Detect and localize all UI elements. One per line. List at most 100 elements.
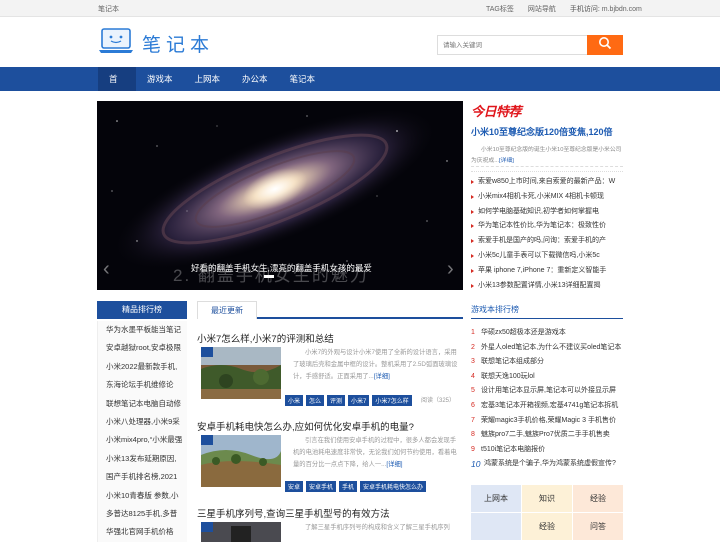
prev-arrow-icon[interactable]: ‹ xyxy=(103,258,110,281)
article-more-link[interactable]: [详细] xyxy=(386,461,402,468)
grid-cell-qa[interactable]: 问答 xyxy=(573,513,623,540)
left-ranking: 精品排行榜 华为水墨平板能当笔记 安卓越狱root,安卓极限 小米2022最新款… xyxy=(97,301,187,542)
list-item[interactable]: 华为笔记本性价比,华为笔记本：极致性价 xyxy=(471,219,623,234)
recent-tabs: 最近更新 xyxy=(197,301,463,319)
list-item-label: 宏基3笔记本开箱视频,宏基4741g笔记本拆机 xyxy=(481,401,619,409)
site-nav-link[interactable]: 网站导航 xyxy=(528,4,556,14)
slide-caption[interactable]: 好看的翻盖手机女生,漂亮的翻盖手机女孩的最爱 xyxy=(191,262,372,274)
today-headline[interactable]: 小米10至尊纪念版120倍变焦,120倍 xyxy=(471,125,623,138)
next-arrow-icon[interactable]: › xyxy=(447,258,454,281)
list-item-label: 鸿蒙系统是个骗子,华为鸿蒙系统虚假宣传? xyxy=(484,460,616,468)
article-title[interactable]: 三星手机序列号,查询三星手机型号的有效方法 xyxy=(197,506,463,520)
article-thumbnail[interactable] xyxy=(201,435,281,487)
tag-link[interactable]: TAG标签 xyxy=(486,4,514,14)
rank-number: 4 xyxy=(471,372,475,380)
list-item[interactable]: 如何学电脑基础知识,初学者如何掌握电 xyxy=(471,205,623,220)
rank-number: 9 xyxy=(471,445,475,453)
slide-dot[interactable] xyxy=(264,275,274,278)
article-title[interactable]: 小米7怎么样,小米7的评测和总结 xyxy=(197,331,463,345)
list-item[interactable]: 10 鸿蒙系统是个骗子,华为鸿蒙系统虚假宣传? xyxy=(471,457,623,472)
list-item[interactable]: 5 设计用笔记本显示屏,笔记本可以外接显示屏 xyxy=(471,384,623,399)
list-item[interactable]: 2 外星人oled笔记本,为什么不建议买oled笔记本 xyxy=(471,341,623,356)
rank-number: 6 xyxy=(471,401,475,409)
article-tags: 小米 怎么 评测 小米7 小米7怎么样 xyxy=(285,395,412,406)
list-item[interactable]: 东海论坛手机维修论 xyxy=(98,376,187,394)
list-item[interactable]: 7 荣耀magic3手机价格,荣耀Magic 3 手机售价 xyxy=(471,414,623,429)
tag-link[interactable]: 手机 xyxy=(339,481,358,492)
list-item[interactable]: 国产手机排名榜,2021 xyxy=(98,468,187,486)
rank-number: 5 xyxy=(471,387,475,395)
grid-cell-empty[interactable] xyxy=(471,513,521,540)
article-excerpt: 引言在我们使用安卓手机的过程中，很多人都会发现手机的电池耗电速度非常快，无论我们… xyxy=(293,435,461,472)
grid-cell-netbook[interactable]: 上网本 xyxy=(471,485,521,512)
article-title[interactable]: 安卓手机耗电快怎么办,应如何优化安卓手机的电量? xyxy=(197,419,463,433)
tab-recent[interactable]: 最近更新 xyxy=(197,301,257,319)
today-more-link[interactable]: [详细] xyxy=(499,158,514,164)
recent-updates: 最近更新 小米7怎么样,小米7的评测和总结 小米7的外观与设计小米7使用了全新的… xyxy=(197,301,463,542)
list-item[interactable]: 3 联想笔记本组成部分 xyxy=(471,355,623,370)
tag-link[interactable]: 小米 xyxy=(285,395,304,406)
laptop-logo-icon xyxy=(98,27,134,60)
list-item-label: 设计用笔记本显示屏,笔记本可以外接显示屏 xyxy=(481,387,616,395)
tag-link[interactable]: 安卓手机耗电快怎么办 xyxy=(360,481,427,492)
logo-title: 笔记本 xyxy=(142,34,215,56)
list-item[interactable]: 小米5c儿童手表可以下载微信吗,小米5c xyxy=(471,249,623,264)
search-input[interactable] xyxy=(437,35,587,55)
today-recommend: 今日特荐 小米10至尊纪念版120倍变焦,120倍 小米10至尊纪念版的诞生小米… xyxy=(471,101,623,293)
tag-link[interactable]: 小米7 xyxy=(348,395,370,406)
mobile-url-link[interactable]: m.bjbdn.com xyxy=(602,6,642,13)
nav-item-gaming[interactable]: 游戏本 xyxy=(136,67,184,91)
list-item-label: t510i笔记本电脑报价 xyxy=(481,445,546,453)
article-thumbnail[interactable] xyxy=(201,522,281,542)
grid-cell-experience[interactable]: 经验 xyxy=(573,485,623,512)
nav-item-office[interactable]: 办公本 xyxy=(231,67,279,91)
list-item[interactable]: 小米13参数配置详情,小米13详细配置揭 xyxy=(471,279,623,294)
list-item[interactable]: 8 魅族pro7二手,魅族Pro7优质二手手机售卖 xyxy=(471,428,623,443)
article-thumbnail[interactable] xyxy=(201,347,281,399)
search-button[interactable] xyxy=(587,35,623,55)
list-item[interactable]: 小米10青春版 参数,小 xyxy=(98,487,187,505)
list-item[interactable]: 联想笔记本电脑自动修 xyxy=(98,395,187,413)
nav-item-home[interactable]: 首页 xyxy=(98,67,136,108)
list-item[interactable]: 小米八处理器,小米9采 xyxy=(98,413,187,431)
rank-number: 3 xyxy=(471,358,475,366)
list-item[interactable]: 安卓越狱root,安卓极限 xyxy=(98,339,187,357)
article-excerpt: 小米7的外观与设计小米7使用了全新的设计语言，采用了玻璃后壳和金属中框的设计。整… xyxy=(293,347,461,384)
tag-link[interactable]: 安卓手机 xyxy=(306,481,337,492)
list-item[interactable]: 小米13发布延期原因, xyxy=(98,450,187,468)
tag-link[interactable]: 评测 xyxy=(327,395,346,406)
list-item[interactable]: 9 t510i笔记本电脑报价 xyxy=(471,443,623,458)
grid-cell-knowledge[interactable]: 知识 xyxy=(522,485,572,512)
list-item[interactable]: 4 联想天逸100玩lol xyxy=(471,370,623,385)
nav-item-notebook[interactable]: 笔记本 xyxy=(279,67,327,91)
rank-number: 7 xyxy=(471,416,475,424)
left-ranking-list: 华为水墨平板能当笔记 安卓越狱root,安卓极限 小米2022最新款手机, 东海… xyxy=(97,321,187,542)
list-item[interactable]: 索爱手机是国产的吗,问询：索爱手机的产 xyxy=(471,234,623,249)
grid-cell-experience-2[interactable]: 经验 xyxy=(522,513,572,540)
list-item-label: 荣耀magic3手机价格,荣耀Magic 3 手机售价 xyxy=(481,416,616,424)
tag-link[interactable]: 安卓 xyxy=(285,481,304,492)
site-name-link[interactable]: 笔记本 xyxy=(98,4,119,14)
list-item[interactable]: 华为水墨平板能当笔记 xyxy=(98,321,187,339)
gaming-ranking-list: 1 华硕zx50超极本还是游戏本 2 外星人oled笔记本,为什么不建议买oled笔… xyxy=(471,326,623,472)
list-item[interactable]: 6 宏基3笔记本开箱视频,宏基4741g笔记本拆机 xyxy=(471,399,623,414)
mobile-access: 手机访问: m.bjbdn.com xyxy=(570,4,642,14)
list-item[interactable]: 索爱w850上市时间,来自索爱的最新产品：W xyxy=(471,175,623,190)
hero-slider[interactable]: 2. 翻盖手机女生的魅力 好看的翻盖手机女生,漂亮的翻盖手机女孩的最爱 ‹ › xyxy=(97,101,463,290)
list-item[interactable]: 1 华硕zx50超极本还是游戏本 xyxy=(471,326,623,341)
today-logo: 今日特荐 xyxy=(471,104,522,119)
list-item[interactable]: 苹果 iphone 7,iPhone 7：重新定义智能手 xyxy=(471,264,623,279)
rank-number: 8 xyxy=(471,431,475,439)
search-icon xyxy=(598,36,612,55)
tag-link[interactable]: 怎么 xyxy=(306,395,325,406)
site-logo[interactable]: 笔记本 xyxy=(98,27,214,60)
article-more-link[interactable]: [详细] xyxy=(374,373,390,380)
list-item[interactable]: 多普达8125手机,多普 xyxy=(98,505,187,523)
list-item-label: 华硕zx50超极本还是游戏本 xyxy=(481,329,566,336)
tag-link[interactable]: 小米7怎么样 xyxy=(372,395,412,406)
list-item[interactable]: 华强北官网手机价格 xyxy=(98,523,187,541)
list-item[interactable]: 小米mix4pro,“小米最强 xyxy=(98,431,187,449)
nav-item-netbook[interactable]: 上网本 xyxy=(184,67,232,91)
list-item[interactable]: 小米mix4相机卡死,小米MIX 4相机卡顿现 xyxy=(471,190,623,205)
list-item[interactable]: 小米2022最新款手机, xyxy=(98,358,187,376)
